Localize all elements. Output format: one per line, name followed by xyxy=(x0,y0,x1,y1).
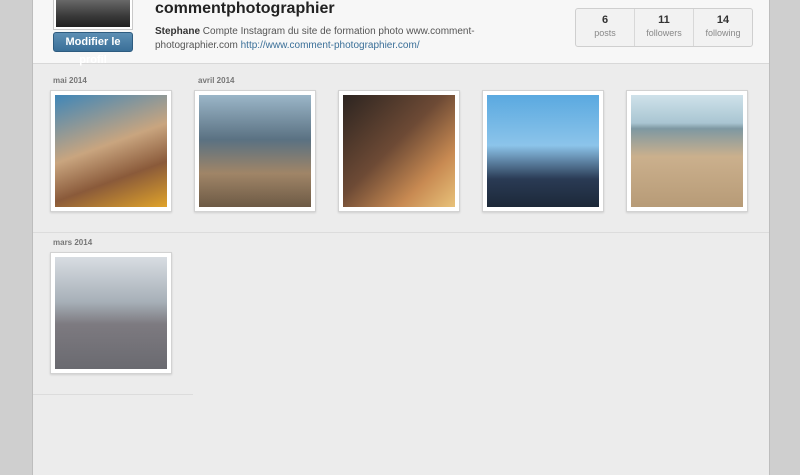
photo-warehouse-people xyxy=(55,257,167,369)
followers-count: 11 xyxy=(658,14,670,26)
photo-restaurant-group xyxy=(343,95,455,207)
month-label-may: mai 2014 xyxy=(53,76,87,85)
avatar-image xyxy=(56,0,130,27)
photo-selfie-man xyxy=(55,95,167,207)
following-count: 14 xyxy=(716,14,730,26)
photo-thumb[interactable] xyxy=(338,90,460,212)
photo-thumb[interactable] xyxy=(50,252,172,374)
photo-sailboat-deck xyxy=(199,95,311,207)
profile-header: Modifier le profil commentphotographier … xyxy=(33,0,769,66)
avatar[interactable] xyxy=(53,0,133,30)
month-label-march: mars 2014 xyxy=(53,238,93,247)
edit-profile-button[interactable]: Modifier le profil xyxy=(53,32,133,66)
photo-thumb[interactable] xyxy=(626,90,748,212)
photo-selfie-tripod xyxy=(487,95,599,207)
posts-count: 6 xyxy=(601,14,609,26)
photo-thumb[interactable] xyxy=(194,90,316,212)
month-label-april: avril 2014 xyxy=(198,76,235,85)
section-divider xyxy=(33,232,769,233)
photo-thumb[interactable] xyxy=(482,90,604,212)
bio-name: Stephane xyxy=(155,26,201,37)
username: commentphotographier xyxy=(155,0,335,17)
photo-beach-bridge xyxy=(631,95,743,207)
stat-following[interactable]: 14 following xyxy=(694,9,752,46)
following-label: following xyxy=(705,28,741,38)
posts-label: posts xyxy=(594,28,616,38)
followers-label: followers xyxy=(646,28,682,38)
photo-thumb[interactable] xyxy=(50,90,172,212)
stats-box: 6 posts 11 followers 14 following xyxy=(575,8,753,47)
bio-link[interactable]: http://www.comment-photographier.com/ xyxy=(241,40,420,51)
bio: Stephane Compte Instagram du site de for… xyxy=(155,25,485,53)
stat-posts[interactable]: 6 posts xyxy=(576,9,635,46)
section-divider xyxy=(33,394,193,395)
stat-followers[interactable]: 11 followers xyxy=(635,9,694,46)
profile-page: Modifier le profil commentphotographier … xyxy=(32,0,770,475)
